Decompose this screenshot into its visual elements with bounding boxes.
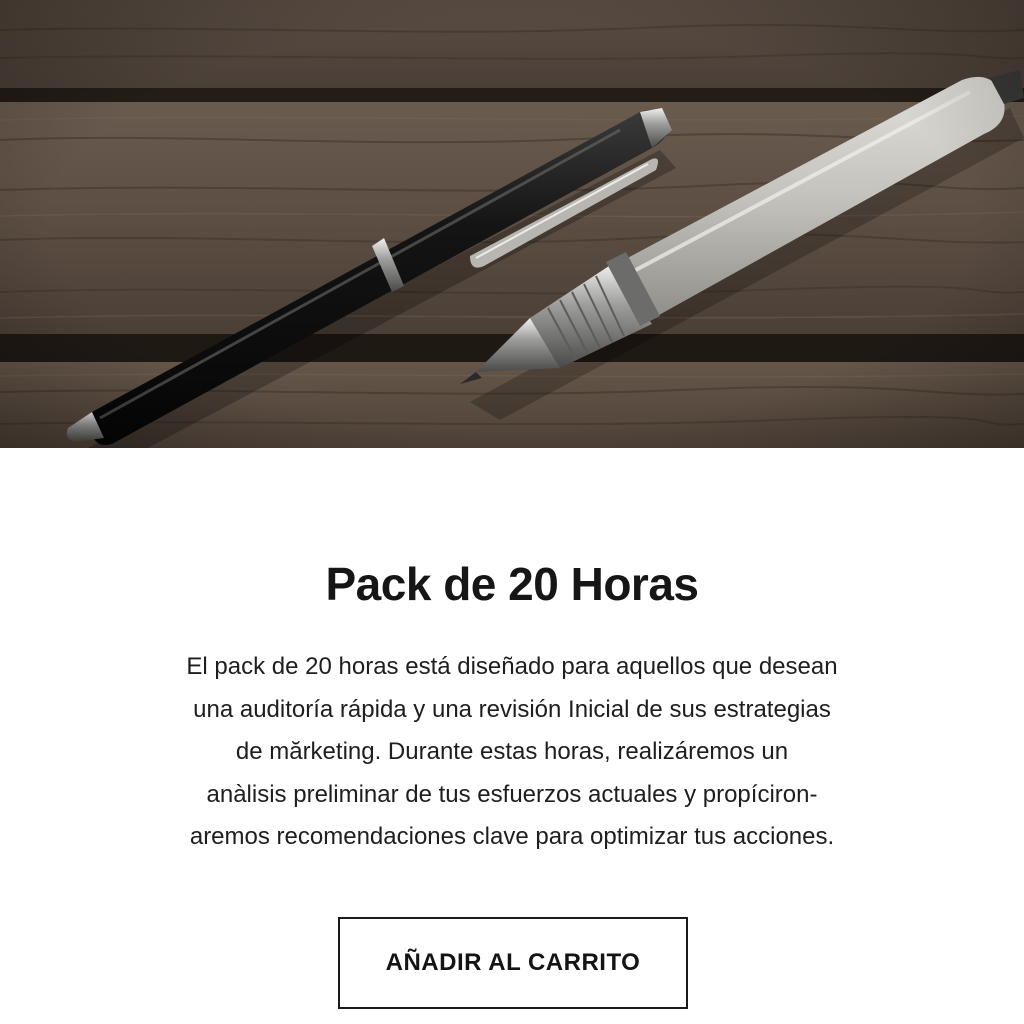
description-line: una auditoría rápida y una revisión Inic… <box>193 695 831 723</box>
hero-image <box>0 0 1024 448</box>
description-line: aremos recomendaciones clave para optimi… <box>189 823 835 850</box>
description-line: anàlisis preliminar de tus esfuerzos act… <box>206 780 818 808</box>
description-line: de mărketing. Durante estas horas, reali… <box>235 738 789 765</box>
product-title: Pack de 20 Horas <box>325 558 699 610</box>
description-line: El pack de 20 horas está diseñado para a… <box>186 653 838 680</box>
product-page: Pack de 20 Horas El pack de 20 horas est… <box>0 0 1024 1024</box>
product-description: El pack de 20 horas está diseñado para a… <box>140 646 884 859</box>
add-to-cart-button[interactable]: AÑADIR AL CARRITO <box>338 917 688 1009</box>
pens-on-wood-photo <box>0 0 1024 448</box>
product-info: Pack de 20 Horas El pack de 20 horas est… <box>0 448 1024 1024</box>
